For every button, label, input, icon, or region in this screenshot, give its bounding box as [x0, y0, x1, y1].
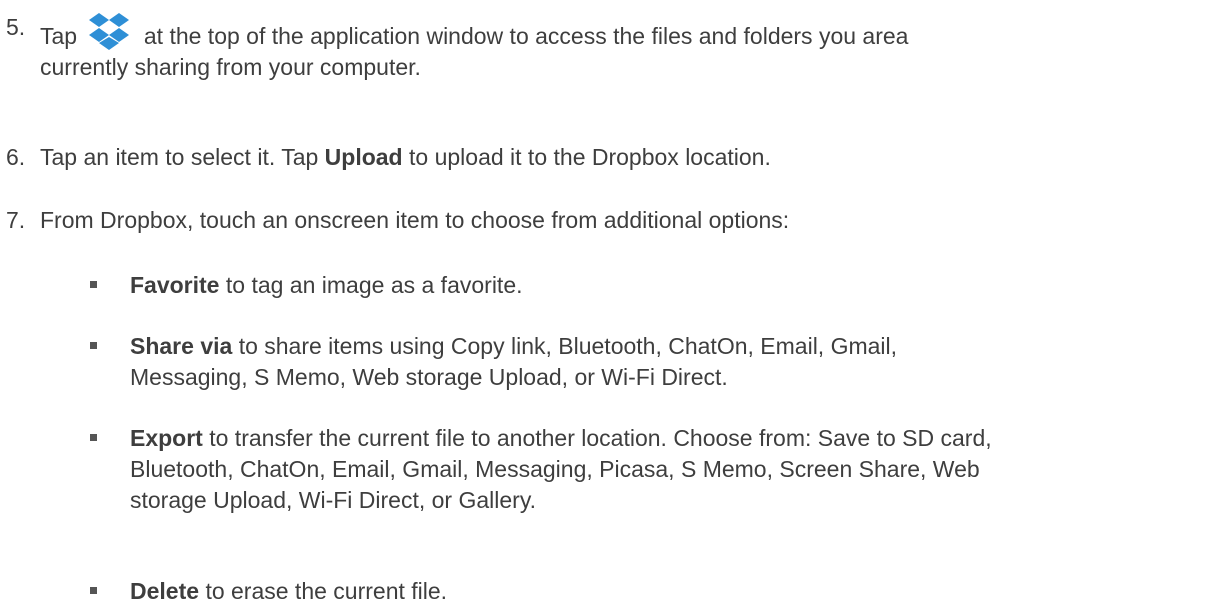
- option-term: Share via: [130, 333, 233, 359]
- option-desc: to tag an image as a favorite.: [225, 272, 523, 298]
- option-desc: to erase the current file.: [205, 578, 448, 604]
- bullet-marker: [90, 434, 97, 441]
- upload-term: Upload: [324, 144, 403, 170]
- bullet-marker: [90, 587, 97, 594]
- step-text-part: Tap an item to select it. Tap: [40, 144, 319, 170]
- step-text-part: currently sharing from your computer.: [40, 54, 421, 80]
- step-text: Tap at the top of the application window…: [40, 12, 1170, 83]
- option-term: Export: [130, 425, 203, 451]
- option-text: Export to transfer the current file to a…: [130, 423, 1190, 516]
- option-desc: to transfer the current file to another …: [209, 425, 992, 451]
- bullet-marker: [90, 342, 97, 349]
- option-desc: storage Upload, Wi-Fi Direct, or Gallery…: [130, 487, 537, 513]
- step-text-part: at the top of the application window to …: [143, 23, 909, 49]
- option-desc: Messaging, S Memo, Web storage Upload, o…: [130, 364, 728, 390]
- step-text: Tap an item to select it. Tap Upload to …: [40, 142, 1170, 173]
- option-term: Favorite: [130, 272, 220, 298]
- bullet-marker: [90, 281, 97, 288]
- option-desc: to share items using Copy link, Bluetoot…: [238, 333, 898, 359]
- option-text: Share via to share items using Copy link…: [130, 331, 1190, 393]
- option-text: Delete to erase the current file.: [130, 576, 1190, 607]
- option-term: Delete: [130, 578, 200, 604]
- step-text-part: Tap: [40, 23, 78, 49]
- dropbox-icon: [87, 12, 131, 52]
- step-text: From Dropbox, touch an onscreen item to …: [40, 207, 790, 233]
- step-text-part: to upload it to the Dropbox location.: [409, 144, 771, 170]
- option-desc: Bluetooth, ChatOn, Email, Gmail, Messagi…: [130, 456, 980, 482]
- option-text: Favorite to tag an image as a favorite.: [130, 270, 1190, 301]
